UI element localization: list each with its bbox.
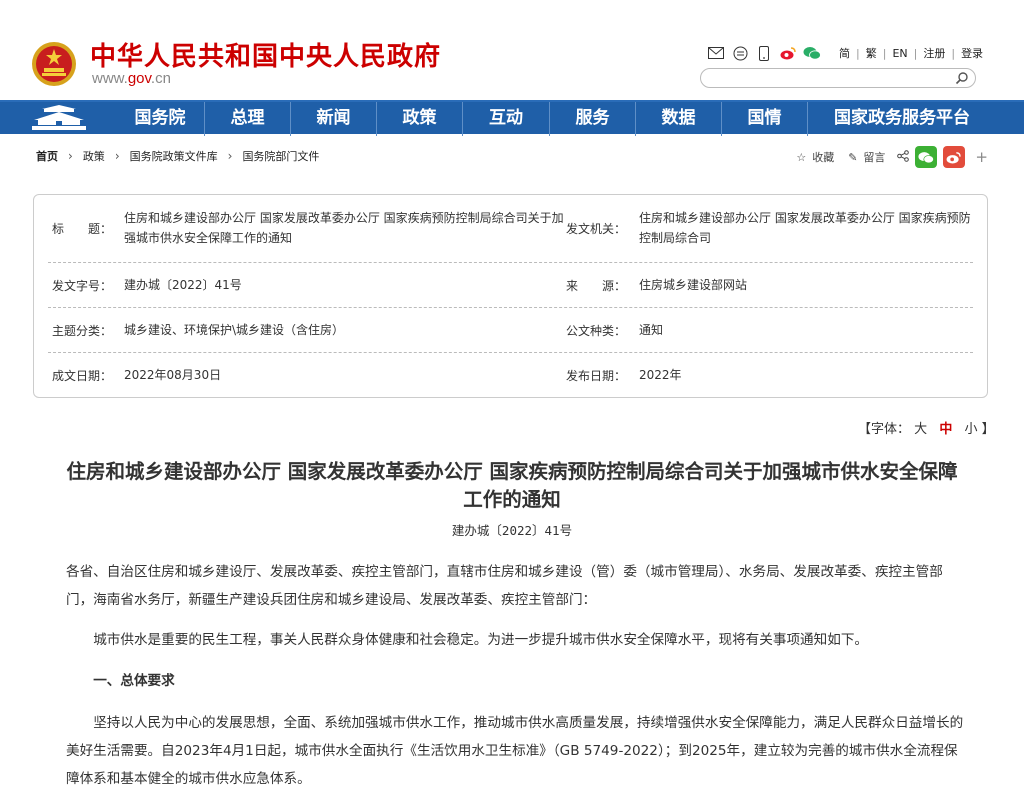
link-simplified[interactable]: 简	[833, 45, 856, 61]
breadcrumb-department-docs[interactable]: 国务院部门文件	[242, 148, 319, 164]
type-label: 公文种类：	[566, 324, 627, 338]
source-value: 住房城乡建设部网站	[639, 278, 748, 292]
section-heading: 一、总体要求	[93, 673, 175, 689]
nav-item-state-council[interactable]: 国务院	[116, 102, 204, 136]
link-traditional[interactable]: 繁	[860, 45, 883, 61]
article-title: 住房和城乡建设部办公厅 国家发展改革委办公厅 国家疾病预防控制局综合司关于加强城…	[66, 460, 958, 511]
mail-icon[interactable]	[707, 45, 725, 61]
publish-date-label: 发布日期：	[566, 369, 627, 383]
message-icon[interactable]	[731, 45, 749, 61]
info-row-topic: 主题分类： 城乡建设、环境保护\城乡建设（含住房） 公文种类： 通知	[48, 308, 973, 353]
written-date-label: 成文日期：	[52, 369, 113, 383]
article-intro: 城市供水是重要的民生工程，事关人民群众身体健康和社会稳定。为进一步提升城市供水安…	[93, 632, 869, 648]
nav-item-gov-service-platform[interactable]: 国家政务服务平台	[807, 102, 996, 136]
font-large-button[interactable]: 大	[914, 422, 927, 437]
wechat-icon[interactable]	[803, 45, 821, 61]
site-url[interactable]: www.gov.cn	[92, 70, 171, 87]
breadcrumb-policy[interactable]: 政策	[83, 148, 105, 164]
font-small-button[interactable]: 小	[964, 422, 977, 437]
nav-item-interaction[interactable]: 互动	[462, 102, 549, 136]
info-row-docno: 发文字号： 建办城〔2022〕41号 来 源： 住房城乡建设部网站	[48, 263, 973, 308]
nav-item-news[interactable]: 新闻	[290, 102, 376, 136]
url-prefix: www.	[92, 70, 128, 87]
more-plus-icon[interactable]: +	[975, 148, 988, 166]
breadcrumb-policy-library[interactable]: 国务院政策文件库	[130, 148, 218, 164]
site-header: 中华人民共和国中央人民政府 www.gov.cn 简 | 繁 | EN | 注册 | 登…	[0, 0, 1024, 100]
chevron-right-icon: ›	[114, 149, 120, 163]
article-doc-number: 建办城〔2022〕41号	[451, 523, 573, 538]
docno-value: 建办城〔2022〕41号	[124, 278, 242, 292]
url-mid: gov	[127, 70, 151, 87]
title-label: 标 题：	[52, 222, 113, 236]
comment-link[interactable]: 留言	[863, 149, 885, 165]
link-english[interactable]: EN	[886, 47, 913, 60]
pencil-icon[interactable]: ✎	[848, 151, 857, 164]
url-suffix: .cn	[150, 70, 171, 87]
mobile-icon[interactable]	[755, 45, 773, 61]
chevron-right-icon: ›	[68, 149, 73, 163]
type-value: 通知	[639, 323, 664, 337]
search-input[interactable]	[700, 68, 976, 88]
issuer-label: 发文机关：	[566, 222, 627, 236]
site-title[interactable]: 中华人民共和国中央人民政府	[90, 36, 441, 73]
document-info-table: 标 题： 住房和城乡建设部办公厅 国家发展改革委办公厅 国家疾病预防控制局综合司…	[33, 194, 988, 398]
font-ctl-prefix: 【字体：	[858, 422, 911, 437]
publish-date-value: 2022年	[639, 368, 682, 382]
docno-label: 发文字号：	[52, 279, 113, 293]
nav-item-data[interactable]: 数据	[635, 102, 721, 136]
weibo-share-icon[interactable]	[943, 146, 966, 168]
breadcrumb-home[interactable]: 首页	[36, 148, 58, 164]
share-toolbar: ☆ 收藏 ✎ 留言 +	[796, 146, 988, 168]
wechat-share-icon[interactable]	[915, 146, 938, 168]
font-ctl-suffix: 】	[981, 422, 995, 437]
national-emblem-icon[interactable]	[30, 40, 78, 88]
weibo-icon[interactable]	[779, 45, 797, 61]
info-row-dates: 成文日期： 2022年08月30日 发布日期： 2022年	[48, 353, 973, 398]
font-medium-button[interactable]: 中	[939, 422, 952, 437]
link-register[interactable]: 注册	[917, 45, 951, 61]
main-nav: 国务院 总理 新闻 政策 互动 服务 数据 国情 国家政务服务平台	[0, 100, 1024, 136]
search-icon[interactable]	[955, 71, 969, 85]
share-icon[interactable]	[897, 149, 910, 165]
link-login[interactable]: 登录	[955, 45, 989, 61]
tiananmen-logo-icon[interactable]	[30, 104, 88, 132]
nav-item-policy[interactable]: 政策	[376, 102, 462, 136]
info-row-title: 标 题： 住房和城乡建设部办公厅 国家发展改革委办公厅 国家疾病预防控制局综合司…	[48, 195, 973, 263]
section-body: 坚持以人民为中心的发展思想，全面、系统加强城市供水工作，推动城市供水高质量发展，…	[66, 715, 964, 787]
top-toolbar: 简 | 繁 | EN | 注册 | 登录	[707, 44, 989, 62]
topic-value: 城乡建设、环境保护\城乡建设（含住房）	[124, 323, 345, 337]
topic-label: 主题分类：	[52, 324, 113, 338]
nav-items: 国务院 总理 新闻 政策 互动 服务 数据 国情 国家政务服务平台	[116, 102, 996, 136]
article-addressee: 各省、自治区住房和城乡建设厅、发展改革委、疾控主管部门，直辖市住房和城乡建设（管…	[66, 564, 943, 608]
collect-link[interactable]: 收藏	[812, 149, 834, 165]
source-label: 来 源：	[566, 279, 627, 293]
written-date-value: 2022年08月30日	[124, 368, 222, 382]
nav-item-service[interactable]: 服务	[549, 102, 635, 136]
title-value: 住房和城乡建设部办公厅 国家发展改革委办公厅 国家疾病预防控制局综合司关于加强城…	[124, 211, 564, 245]
chevron-right-icon: ›	[227, 149, 233, 163]
star-icon[interactable]: ☆	[796, 151, 806, 164]
top-links: 简 | 繁 | EN | 注册 | 登录	[833, 45, 989, 61]
nav-item-national-info[interactable]: 国情	[721, 102, 807, 136]
issuer-value: 住房和城乡建设部办公厅 国家发展改革委办公厅 国家疾病预防控制局综合司	[639, 211, 971, 245]
font-size-control: 【字体： 大 中 小 】	[858, 418, 995, 437]
breadcrumb: 首页 › 政策 › 国务院政策文件库 › 国务院部门文件 ☆ 收藏 ✎ 留言 +	[36, 146, 988, 168]
nav-item-premier[interactable]: 总理	[204, 102, 290, 136]
